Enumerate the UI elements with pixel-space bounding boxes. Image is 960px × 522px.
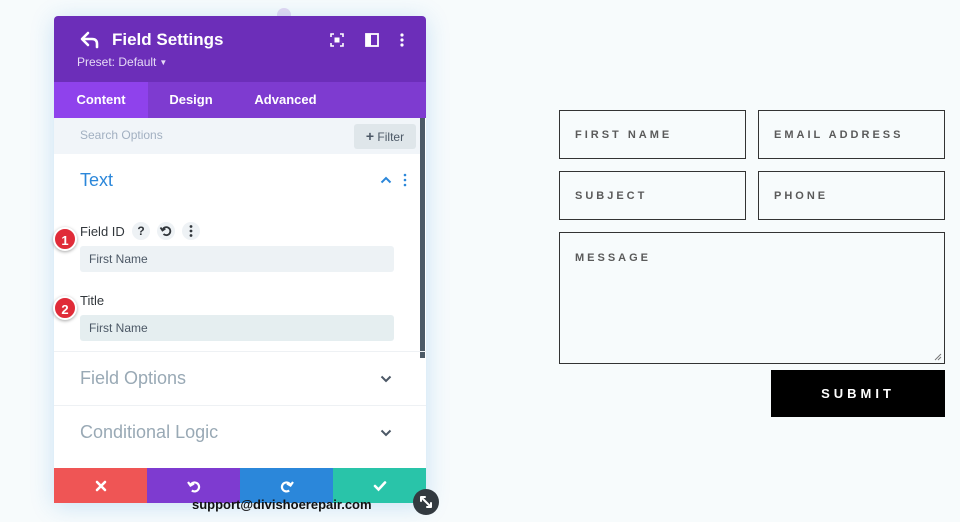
resize-handle[interactable] [413,489,439,515]
chevron-down-icon[interactable] [380,375,392,383]
filter-label: Filter [377,130,405,144]
subject-field[interactable]: SUBJECT [559,171,746,220]
subject-placeholder: SUBJECT [575,190,648,202]
section-title-conditional-logic: Conditional Logic [80,422,219,442]
kebab-menu-icon[interactable] [394,32,410,48]
submit-button[interactable]: SUBMIT [771,370,945,417]
tab-bar: Content Design Advanced [54,82,426,118]
field-settings-panel: Field Settings Preset: Default ▼ Content … [54,16,426,503]
title-label: Title [80,293,105,308]
undo-arrow-icon[interactable] [80,31,100,49]
field-id-input[interactable]: First Name [80,246,394,272]
caret-down-icon: ▼ [159,58,168,67]
textarea-resize-grip-icon[interactable] [934,353,942,361]
search-input[interactable]: Search Options [80,128,163,142]
panel-header: Field Settings Preset: Default ▼ [54,16,426,82]
resize-icon [420,496,432,508]
split-view-icon[interactable] [364,32,380,48]
section-title-field-options: Field Options [80,368,187,388]
tab-design[interactable]: Design [148,82,234,118]
scrollbar[interactable] [420,118,425,358]
search-bar: Search Options + Filter [54,118,420,154]
conditional-logic-section[interactable]: Conditional Logic [54,405,426,459]
section-menu-icon[interactable] [403,173,407,187]
fullscreen-icon[interactable] [329,32,345,48]
phone-field[interactable]: PHONE [758,171,945,220]
plus-icon: + [365,128,375,144]
email-field[interactable]: EMAIL ADDRESS [758,110,945,159]
footer-email: support@divishoerepair.com [192,497,372,512]
annotation-badge-2: 2 [53,296,77,320]
field-options-section[interactable]: Field Options [54,351,426,405]
message-placeholder: MESSAGE [575,252,652,264]
panel-title: Field Settings [112,30,224,49]
tab-content[interactable]: Content [54,82,148,118]
message-field[interactable]: MESSAGE [559,232,945,364]
annotation-badge-1: 1 [53,227,77,251]
preset-label: Preset: Default [77,55,157,69]
cancel-button[interactable] [54,468,147,503]
first-name-placeholder: FIRST NAME [575,129,673,141]
filter-button[interactable]: + Filter [354,124,416,149]
preset-selector[interactable]: Preset: Default ▼ [77,55,167,69]
chevron-down-icon[interactable] [380,429,392,437]
reset-icon[interactable] [157,222,175,240]
redo-icon [280,480,294,493]
chevron-up-icon[interactable] [380,176,392,184]
close-icon [95,480,106,491]
undo-icon [186,480,200,493]
phone-placeholder: PHONE [774,190,829,202]
field-menu-icon[interactable] [182,222,200,240]
email-placeholder: EMAIL ADDRESS [774,129,904,141]
field-id-label: Field ID [80,224,125,239]
first-name-field[interactable]: FIRST NAME [559,110,746,159]
check-icon [373,480,386,491]
help-icon[interactable]: ? [132,222,150,240]
tab-advanced[interactable]: Advanced [234,82,337,118]
title-input[interactable]: First Name [80,315,394,341]
section-title-text[interactable]: Text [80,170,113,191]
text-section: Text Field ID ? First Name Title First N… [54,154,420,351]
